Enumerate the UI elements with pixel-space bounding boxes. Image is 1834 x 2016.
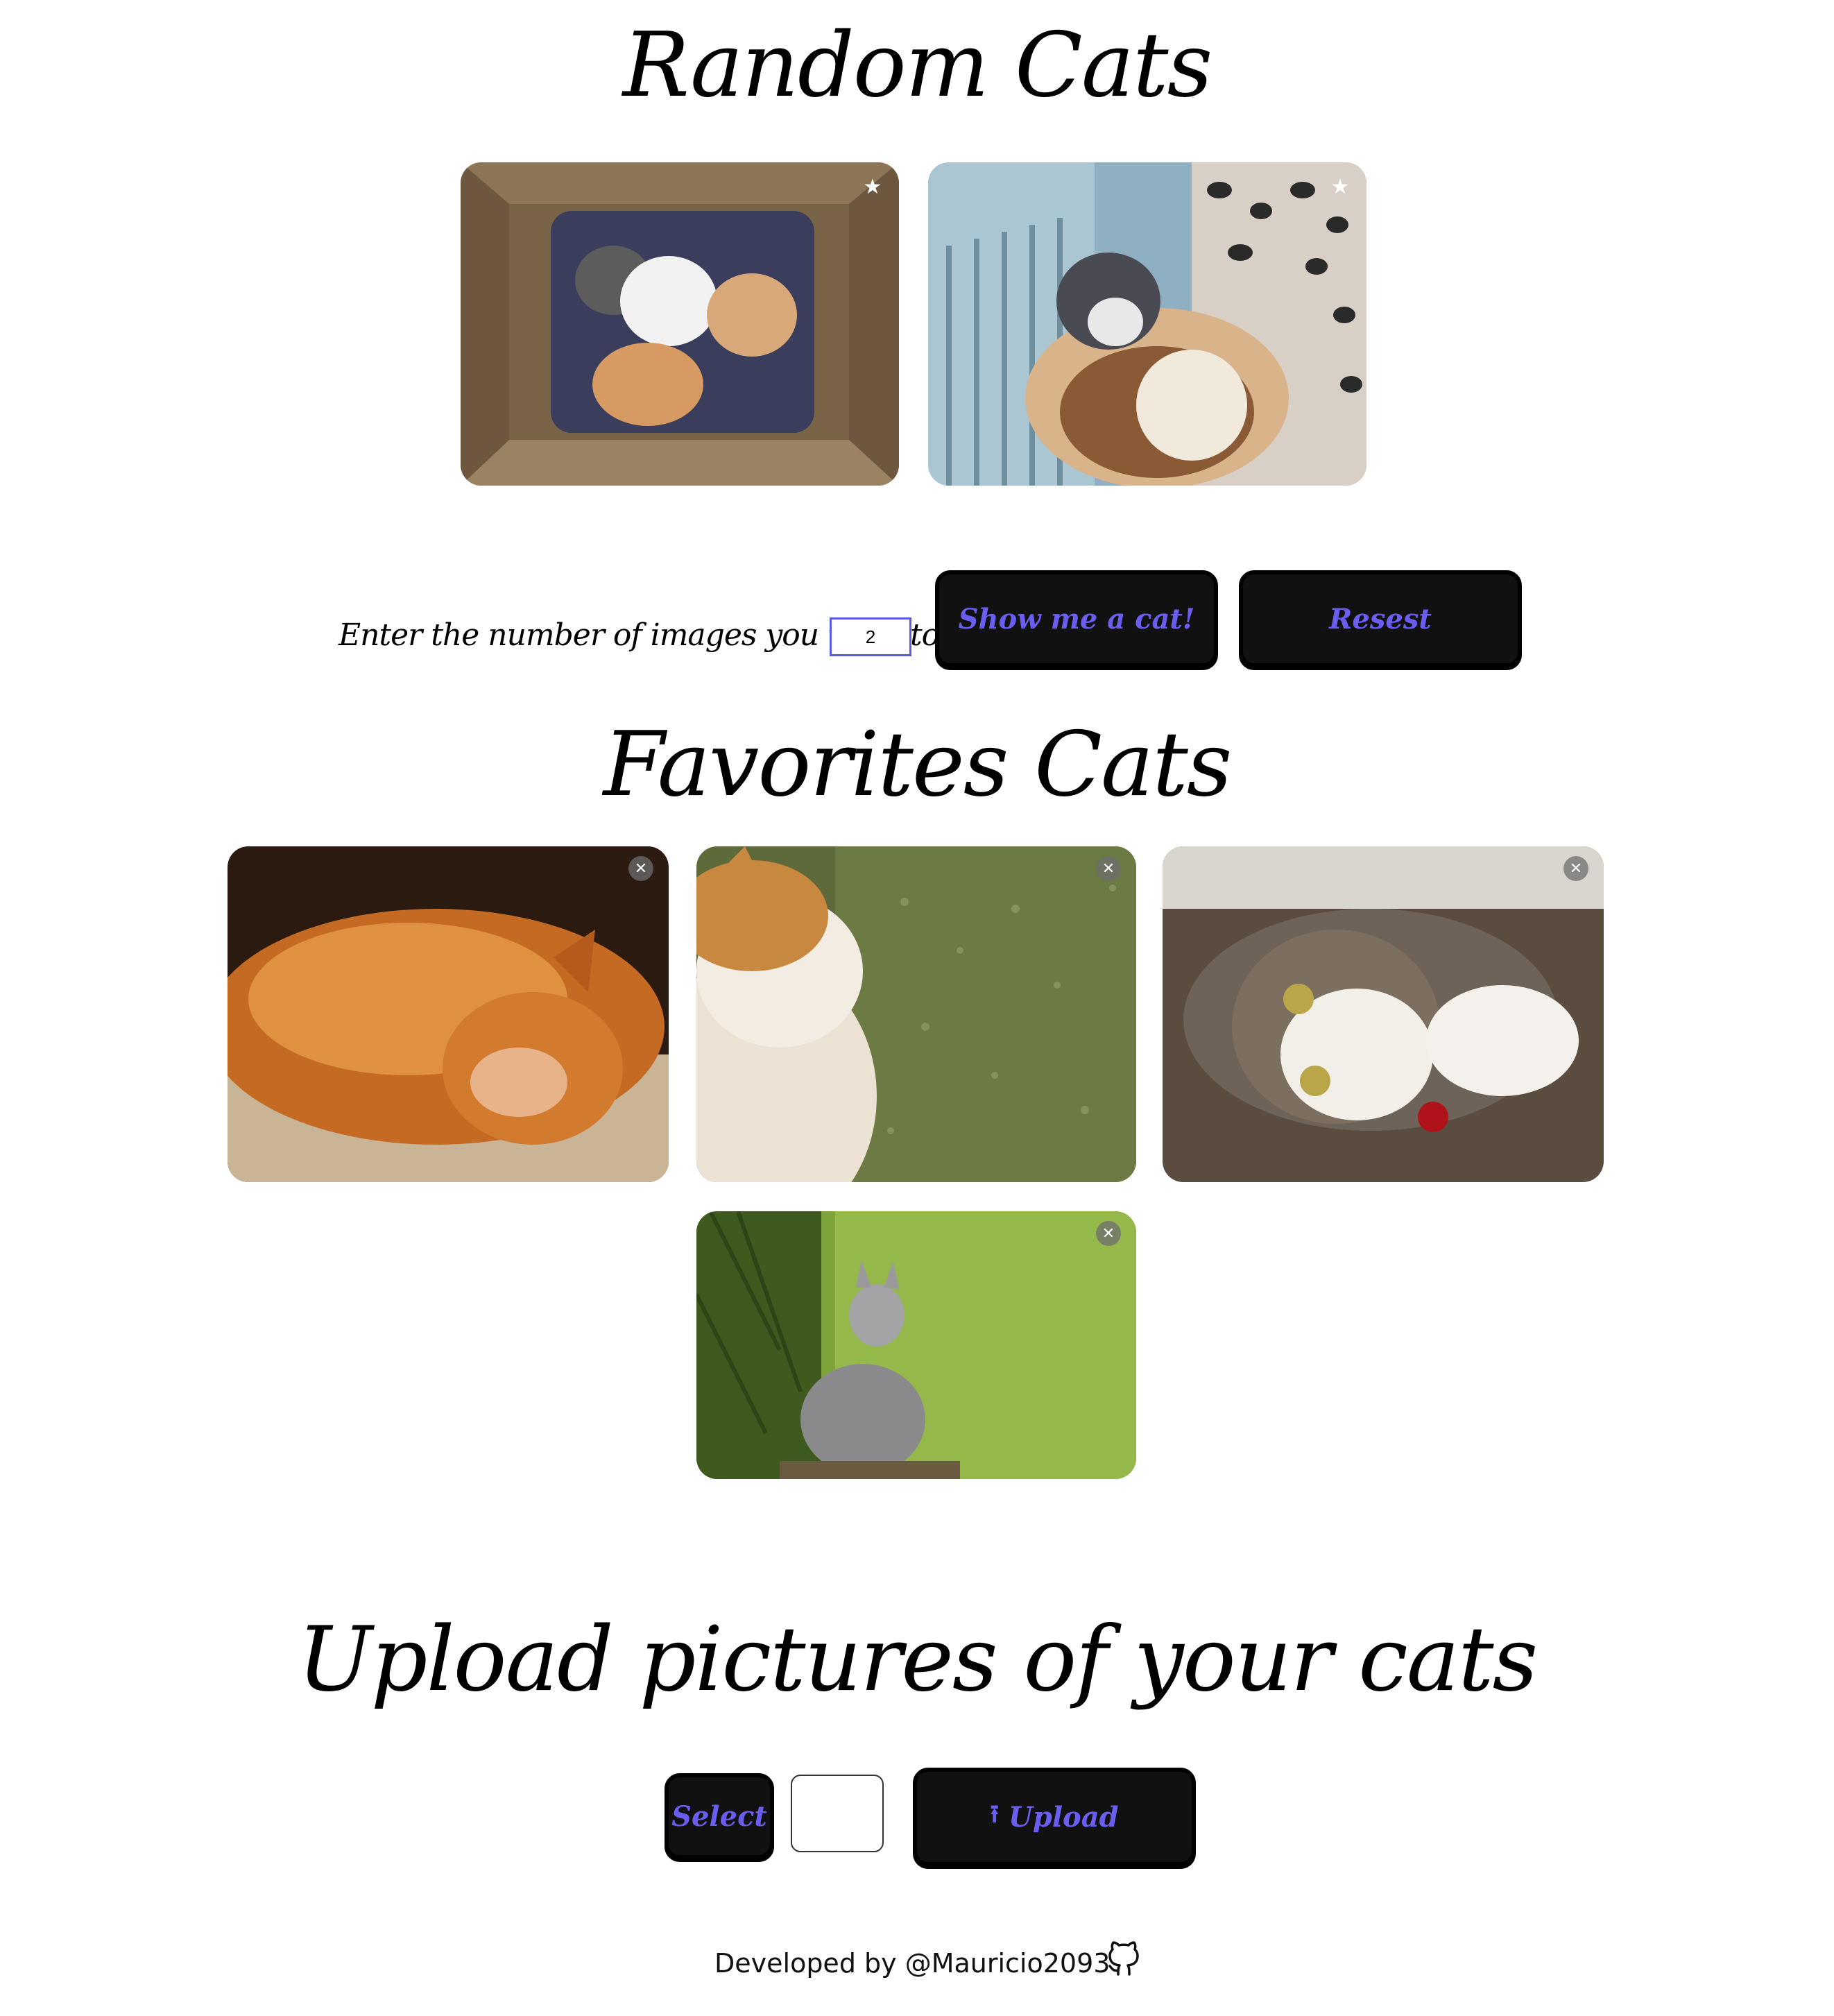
upload-button-label: Upload [1008, 1800, 1119, 1834]
favorite-cat-card: ✕ [696, 1211, 1136, 1479]
upload-title: Upload pictures of your cats [297, 1608, 1538, 1711]
random-cat-card: ★ [928, 162, 1366, 486]
favorite-cat-image [1163, 846, 1604, 1182]
favorite-cat-card: ✕ [228, 846, 669, 1182]
star-icon[interactable]: ★ [1328, 175, 1353, 200]
random-cat-card: ★ [461, 162, 899, 486]
favorite-cat-image [228, 846, 669, 1182]
image-count-input[interactable] [830, 617, 911, 656]
random-cats-title: Random Cats [622, 14, 1213, 117]
favorites-cats-title: Favorites Cats [603, 713, 1233, 817]
reset-button[interactable]: Resest [1239, 570, 1522, 667]
star-icon[interactable]: ★ [860, 175, 885, 200]
upload-arrow-icon: ⭱ [990, 1800, 999, 1829]
upload-button[interactable]: ⭱ Upload [913, 1768, 1196, 1866]
random-cat-image [928, 162, 1366, 486]
github-icon[interactable] [1106, 1940, 1142, 1979]
favorite-cat-image [696, 846, 1136, 1182]
close-icon[interactable]: ✕ [1096, 856, 1121, 881]
file-preview-box[interactable] [791, 1775, 884, 1852]
footer-credit: Developed by @Mauricio2093 [714, 1948, 1111, 1979]
favorite-cat-card: ✕ [696, 846, 1136, 1182]
select-button[interactable]: Select [665, 1773, 774, 1859]
random-cat-image [461, 162, 899, 486]
close-icon[interactable]: ✕ [1563, 856, 1588, 881]
show-cat-button[interactable]: Show me a cat! [935, 570, 1218, 667]
favorite-cat-image [696, 1211, 1136, 1479]
close-icon[interactable]: ✕ [1096, 1221, 1121, 1246]
close-icon[interactable]: ✕ [628, 856, 653, 881]
favorite-cat-card: ✕ [1163, 846, 1604, 1182]
